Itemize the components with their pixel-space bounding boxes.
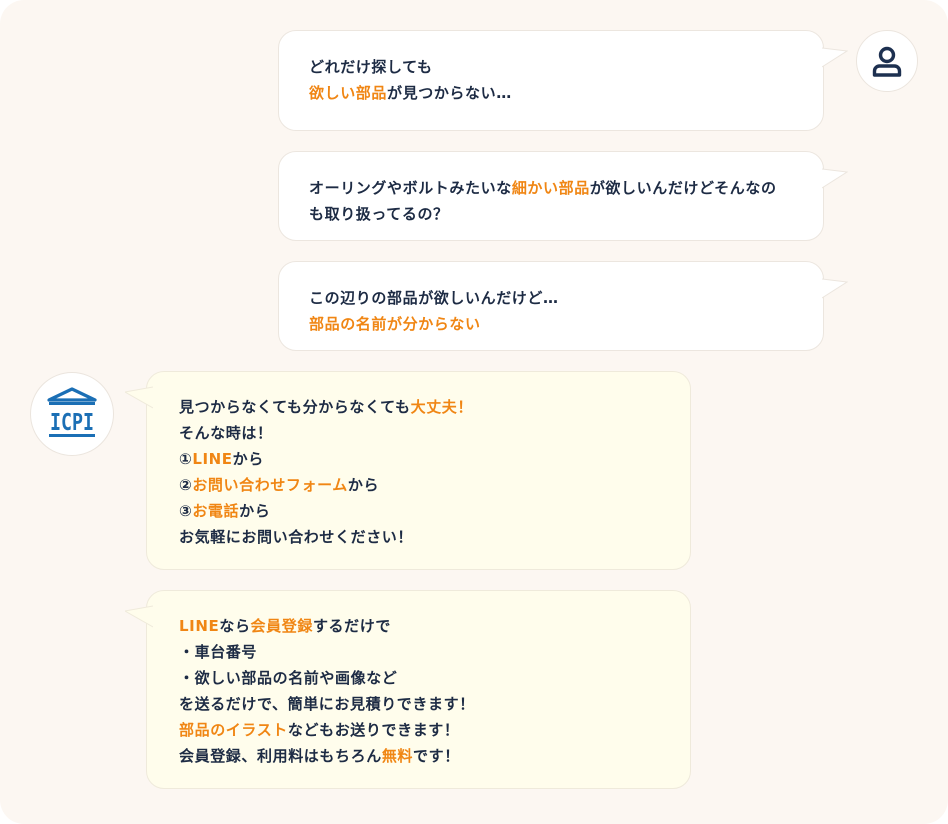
user-message-1: どれだけ探しても 欲しい部品が見つからない…	[278, 30, 848, 131]
message-text: から	[347, 476, 380, 494]
highlight-text: 無料	[381, 747, 414, 765]
user-icon	[872, 46, 902, 77]
message-text: オーリングやボルトみたいな	[309, 179, 512, 197]
message-text: から	[232, 450, 264, 468]
message-text: 見つからなくても分からなくても	[179, 398, 411, 416]
shop-message-1: 見つからなくても分からなくても大丈夫！ そんな時は！ ①LINEから ②お問い合わせフ…	[125, 371, 691, 570]
message-text: なら	[219, 617, 251, 635]
bubble-tail	[125, 605, 153, 628]
message-text: も取り扱ってるの？	[309, 205, 449, 223]
highlight-text: 部品のイラスト	[179, 721, 288, 739]
message-text: です！	[413, 747, 460, 765]
message-text: 会員登録、利用料はもちろん	[179, 747, 382, 765]
highlight-text: 欲しい部品	[309, 84, 388, 102]
message-text: するだけで	[312, 617, 391, 635]
message-line: オーリングやボルトみたいな細かい部品が欲しいんだけどそんなの	[309, 175, 793, 201]
shop-message-2: LINEなら会員登録するだけで・車台番号・欲しい部品の名前や画像などを送るだけで…	[125, 590, 691, 789]
highlight-text: 大丈夫！	[410, 398, 474, 416]
message-line: ③お電話から	[179, 498, 658, 524]
message-line: ・欲しい部品の名前や画像など	[179, 665, 658, 691]
bubble-tail	[822, 278, 848, 299]
highlight-text: 細かい部品	[511, 179, 590, 197]
highlight-text: LINE	[192, 450, 233, 468]
highlight-text: お問い合わせフォーム	[192, 476, 348, 494]
message-line: 部品の名前が分からない	[309, 311, 793, 337]
message-text: そんな時は！	[179, 424, 273, 442]
message-text: ②	[179, 476, 193, 494]
message-line: 会員登録、利用料はもちろん無料です！	[179, 743, 658, 769]
message-text: から	[239, 502, 271, 520]
highlight-text: 部品の名前が分からない	[309, 315, 481, 333]
message-text: を送るだけで、簡単にお見積りできます！	[179, 695, 475, 713]
message-line: この辺りの部品が欲しいんだけど…	[309, 285, 793, 311]
message-text: どれだけ探しても	[309, 58, 433, 76]
bubble-tail	[125, 386, 153, 409]
message-text: などもお送りできます！	[287, 721, 460, 739]
message-line: お気軽にお問い合わせください！	[179, 524, 658, 550]
message-line: も取り扱ってるの？	[309, 201, 793, 227]
user-message-2: オーリングやボルトみたいな細かい部品が欲しいんだけどそんなのも取り扱ってるの？	[278, 151, 848, 241]
highlight-text: お電話	[192, 502, 240, 520]
shop-avatar: ICPI	[30, 372, 114, 456]
message-line: を送るだけで、簡単にお見積りできます！	[179, 691, 658, 717]
logo-text: ICPI	[50, 410, 94, 436]
message-text: ・車台番号	[179, 643, 258, 661]
message-text: この辺りの部品が欲しいんだけど…	[309, 289, 559, 307]
message-line: 見つからなくても分からなくても大丈夫！	[179, 394, 658, 420]
message-text: が欲しいんだけどそんなの	[589, 179, 777, 197]
message-line: 欲しい部品が見つからない…	[309, 80, 793, 106]
highlight-text: 会員登録	[250, 617, 313, 635]
bubble-tail	[822, 47, 848, 68]
highlight-text: LINE	[179, 617, 220, 635]
user-avatar	[856, 30, 918, 92]
message-text: ③	[179, 502, 193, 520]
message-text: お気軽にお問い合わせください！	[179, 528, 414, 546]
bubble-tail	[822, 168, 848, 189]
message-line: ①LINEから	[179, 446, 658, 472]
icpi-logo-icon: ICPI	[47, 387, 97, 437]
message-text: ・欲しい部品の名前や画像など	[179, 669, 398, 687]
message-text: が見つからない…	[387, 84, 512, 102]
message-line: ②お問い合わせフォームから	[179, 472, 658, 498]
user-message-3: この辺りの部品が欲しいんだけど… 部品の名前が分からない	[278, 261, 848, 351]
message-line: 部品のイラストなどもお送りできます！	[179, 717, 658, 743]
message-text: ①	[179, 450, 193, 468]
message-line: ・車台番号	[179, 639, 658, 665]
message-line: そんな時は！	[179, 420, 658, 446]
message-line: LINEなら会員登録するだけで	[179, 613, 658, 639]
chat-panel: どれだけ探しても 欲しい部品が見つからない… オーリングやボルトみたいな細かい部品…	[0, 0, 948, 824]
message-line: どれだけ探しても	[309, 54, 793, 80]
